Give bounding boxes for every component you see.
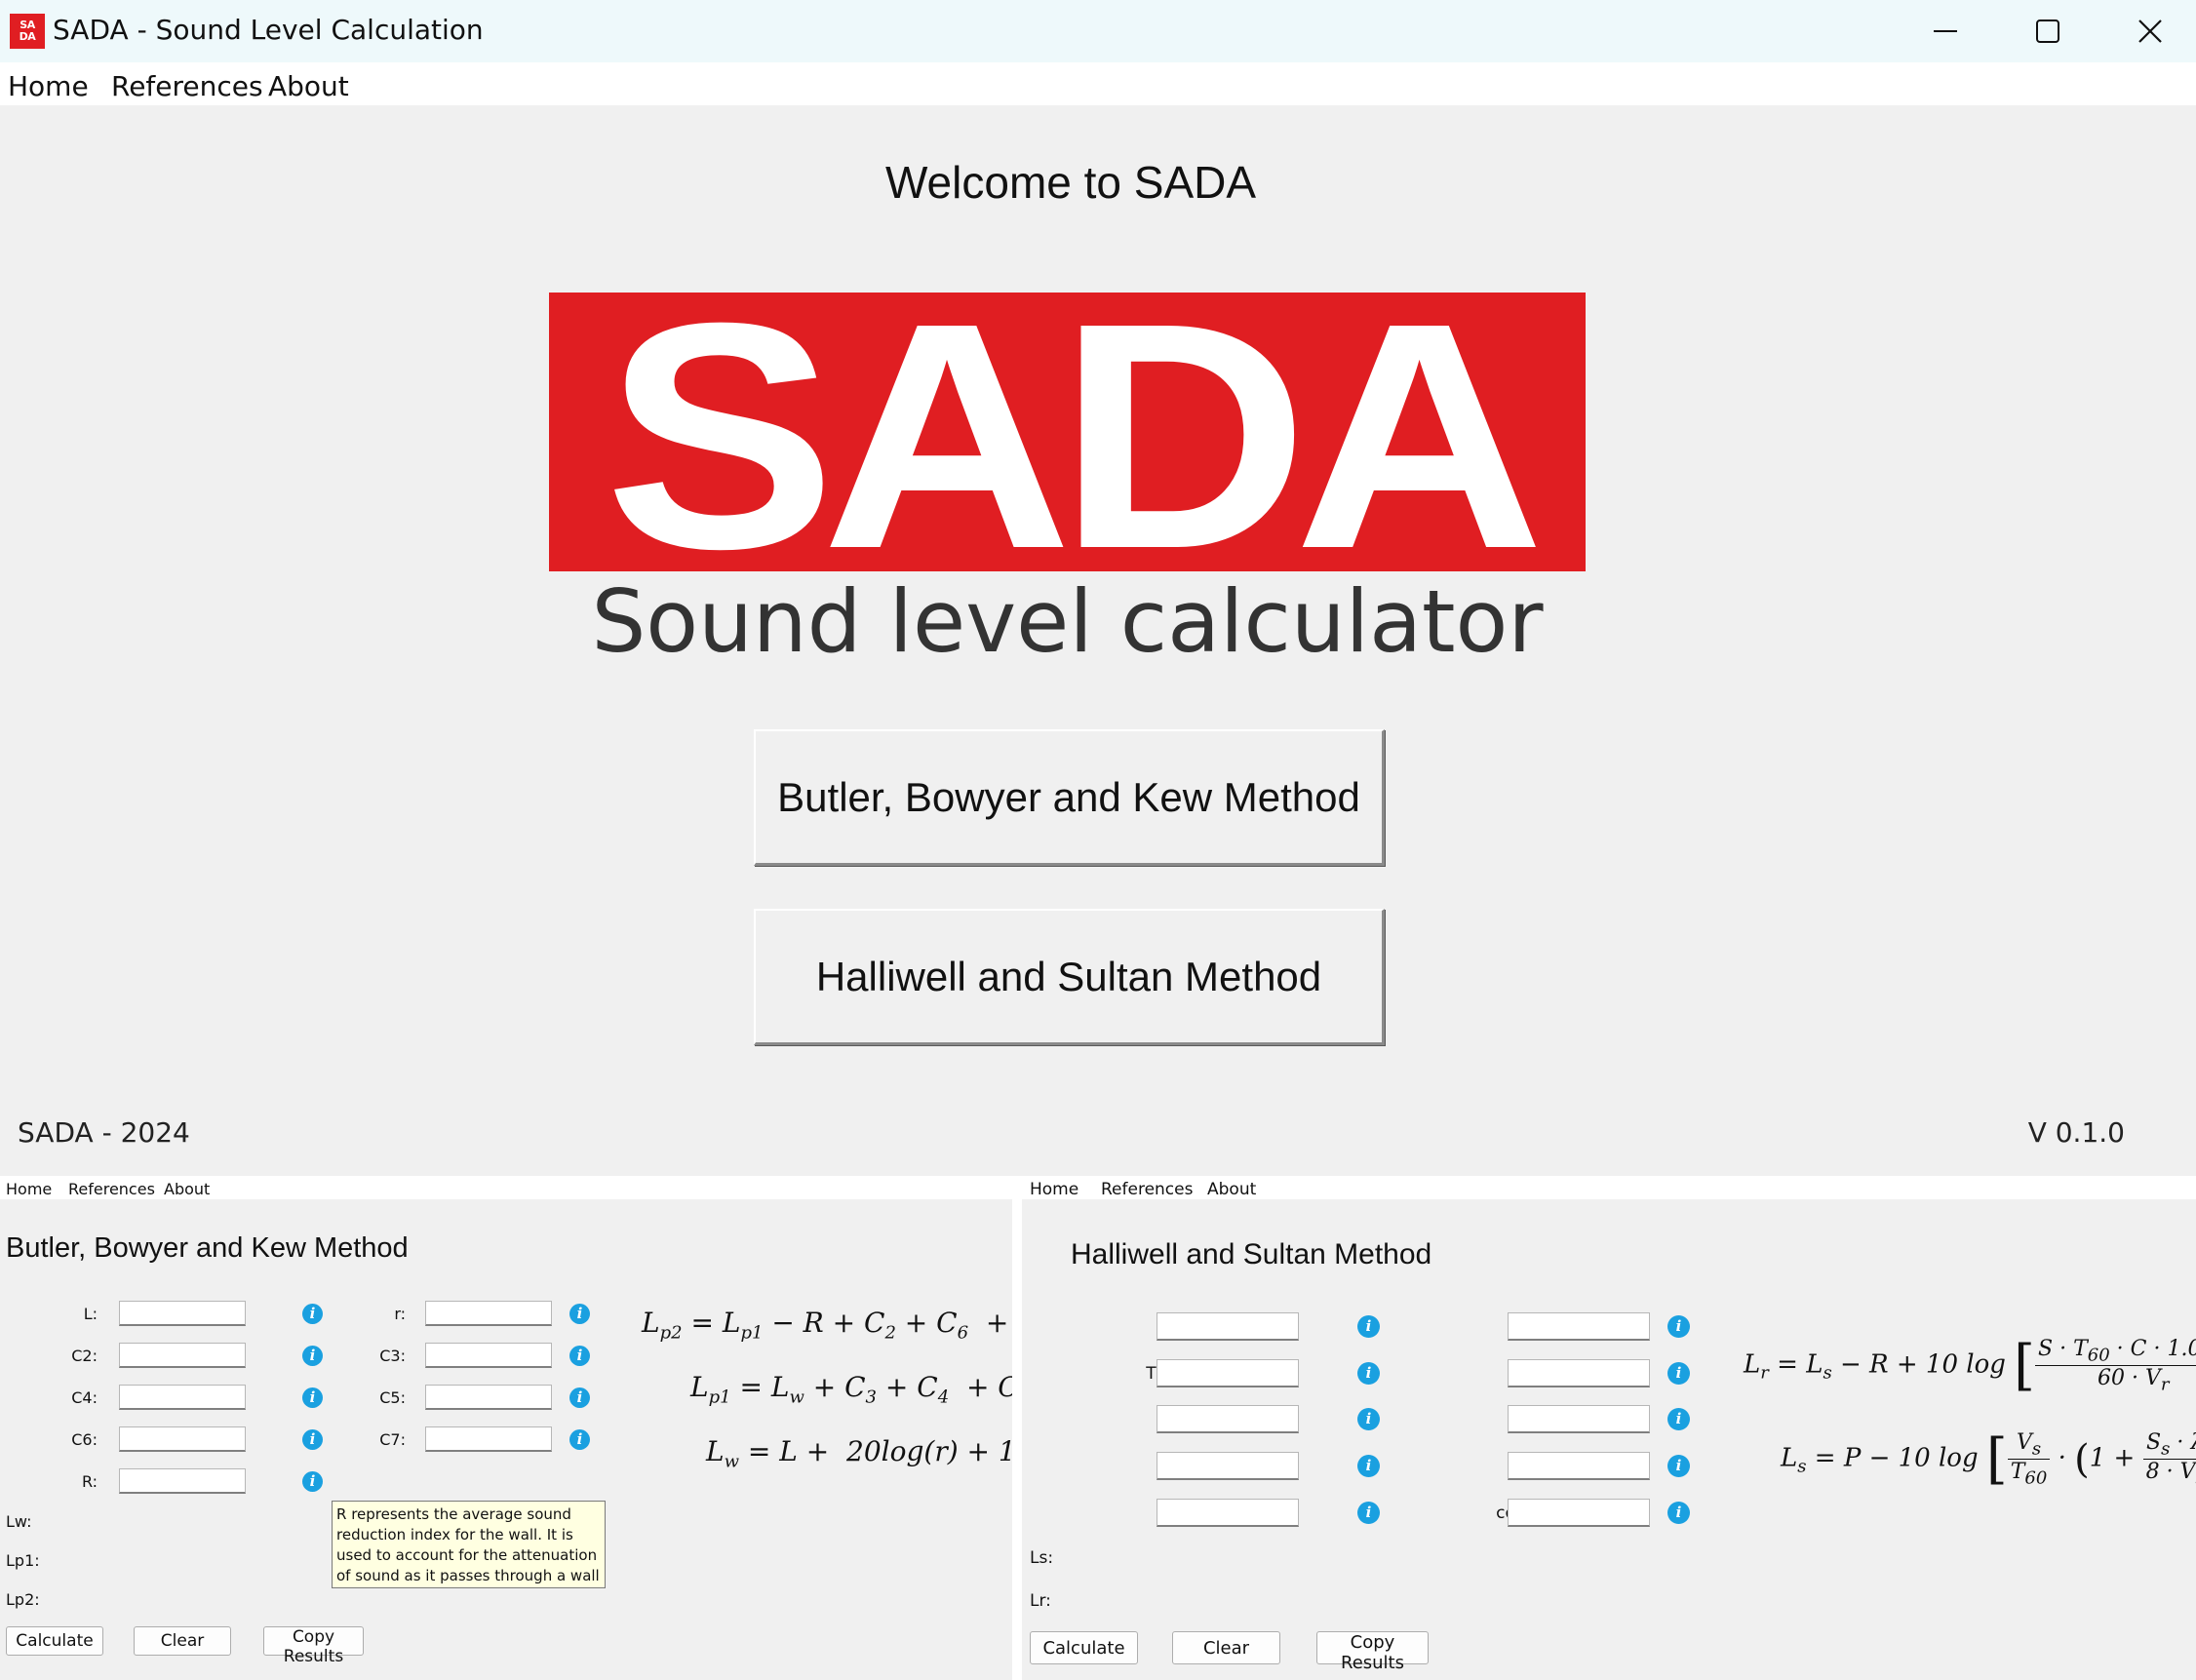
hs-input-lambda[interactable] (1157, 1405, 1299, 1433)
maximize-icon (2036, 20, 2059, 43)
minimize-button[interactable] (1897, 6, 1994, 57)
menu-about[interactable]: About (268, 70, 349, 102)
info-icon[interactable]: i (1667, 1315, 1690, 1338)
bbk-input-C2[interactable] (119, 1343, 246, 1368)
bbk-menu-home[interactable]: Home (6, 1180, 52, 1198)
hs-input-Vs[interactable] (1508, 1312, 1650, 1341)
hs-menu-bar: Home References About (1022, 1176, 2196, 1199)
bbk-input-R[interactable] (119, 1468, 246, 1494)
hs-input-T60[interactable] (1157, 1359, 1299, 1387)
window-title: SADA - Sound Level Calculation (53, 14, 484, 46)
menu-references[interactable]: References (111, 70, 263, 102)
formula-lr: Lr = Ls − R + 10 log [S · T60 · C · 1.08… (1744, 1334, 2196, 1397)
info-icon[interactable]: i (1667, 1502, 1690, 1524)
bbk-menu-references[interactable]: References (68, 1180, 155, 1198)
hs-input-Vr[interactable] (1157, 1499, 1299, 1527)
footer-copyright: SADA - 2024 (18, 1116, 190, 1149)
bbk-label-C6: C6: (71, 1430, 98, 1449)
bbk-input-C6[interactable] (119, 1426, 246, 1452)
formula-lw: Lw = L + 20log(r) + 11 (706, 1435, 1012, 1472)
hs-calculate-button[interactable]: Calculate (1030, 1631, 1138, 1664)
info-icon[interactable]: i (1357, 1408, 1380, 1430)
bbk-input-C3[interactable] (425, 1343, 552, 1368)
info-icon[interactable]: i (1667, 1455, 1690, 1477)
hs-menu-home[interactable]: Home (1030, 1180, 1078, 1199)
version-label: V 0.1.0 (2027, 1116, 2125, 1149)
hs-input-C[interactable] (1508, 1452, 1650, 1480)
hs-input-S[interactable] (1157, 1452, 1299, 1480)
menu-bar: Home References About (0, 62, 2196, 105)
bbk-result-lw: Lw: (6, 1512, 32, 1531)
formula-lp1: Lp1 = Lw + C3 + C4 + C5 (690, 1371, 1012, 1408)
welcome-heading: Welcome to SADA (884, 157, 1257, 208)
info-icon[interactable]: i (1357, 1362, 1380, 1385)
info-icon[interactable]: i (302, 1304, 323, 1324)
bbk-input-L[interactable] (119, 1301, 246, 1326)
bbk-title: Butler, Bowyer and Kew Method (6, 1232, 409, 1264)
info-icon[interactable]: i (302, 1387, 323, 1408)
info-icon[interactable]: i (569, 1304, 590, 1324)
close-icon (2138, 20, 2162, 43)
hs-result-lr: Lr: (1030, 1591, 1051, 1611)
formula-ls: Ls = P − 10 log [VsT60 · (1 + Ss · λ8 · … (1781, 1427, 2196, 1491)
hs-input-P[interactable] (1157, 1312, 1299, 1341)
bbk-result-lp2: Lp2: (6, 1590, 40, 1609)
hs-input-corr[interactable] (1508, 1499, 1650, 1527)
bbk-label-R: R: (81, 1472, 98, 1491)
hs-result-ls: Ls: (1030, 1548, 1054, 1568)
bbk-input-C4[interactable] (119, 1385, 246, 1410)
bbk-label-L: L: (83, 1305, 98, 1323)
info-icon[interactable]: i (1357, 1315, 1380, 1338)
info-icon[interactable]: i (569, 1387, 590, 1408)
maximize-button[interactable] (1999, 6, 2097, 57)
info-icon[interactable]: i (1357, 1455, 1380, 1477)
minimize-icon (1934, 30, 1957, 32)
app-icon: SA DA (10, 14, 45, 49)
info-icon[interactable]: i (1667, 1362, 1690, 1385)
info-icon[interactable]: i (569, 1429, 590, 1450)
bbk-label-C5: C5: (379, 1388, 406, 1407)
info-icon[interactable]: i (569, 1346, 590, 1366)
bbk-menu-bar: Home References About (0, 1176, 1012, 1199)
bbk-input-C7[interactable] (425, 1426, 552, 1452)
info-icon[interactable]: i (1357, 1502, 1380, 1524)
logo-text: SADA (604, 293, 1546, 571)
bbk-input-r[interactable] (425, 1301, 552, 1326)
hs-clear-button[interactable]: Clear (1172, 1631, 1280, 1664)
bbk-menu-about[interactable]: About (164, 1180, 210, 1198)
hs-method-button[interactable]: Halliwell and Sultan Method (754, 909, 1385, 1045)
hs-copy-results-button[interactable]: Copy Results (1316, 1631, 1429, 1673)
logo-subtitle: Sound level calculator (591, 571, 1544, 672)
close-button[interactable] (2101, 6, 2196, 57)
title-bar: SA DA SADA - Sound Level Calculation (0, 0, 2196, 62)
hs-menu-about[interactable]: About (1207, 1180, 1256, 1199)
bbk-calculate-button[interactable]: Calculate (6, 1626, 103, 1656)
info-icon[interactable]: i (302, 1429, 323, 1450)
hs-title: Halliwell and Sultan Method (1071, 1238, 1432, 1270)
info-icon[interactable]: i (302, 1471, 323, 1492)
formula-lp2: Lp2 = Lp1 − R + C2 + C6 + C7 + 11 (642, 1307, 1012, 1344)
bbk-label-r: r: (394, 1305, 406, 1323)
bbk-panel: Home References About Butler, Bowyer and… (0, 1176, 1012, 1680)
info-icon[interactable]: i (302, 1346, 323, 1366)
bbk-label-C2: C2: (71, 1347, 98, 1365)
bbk-label-C4: C4: (71, 1388, 98, 1407)
bbk-copy-results-button[interactable]: Copy Results (263, 1626, 364, 1666)
hs-input-Ss[interactable] (1508, 1359, 1650, 1387)
hs-input-R[interactable] (1508, 1405, 1650, 1433)
tooltip-R: R represents the average sound reduction… (332, 1501, 606, 1588)
bbk-clear-button[interactable]: Clear (134, 1626, 231, 1656)
menu-home[interactable]: Home (8, 70, 89, 102)
app-icon-text-bottom: DA (19, 30, 36, 43)
hs-menu-references[interactable]: References (1101, 1180, 1193, 1199)
sada-logo: SADA (549, 293, 1586, 571)
bbk-label-C3: C3: (379, 1347, 406, 1365)
hs-panel: Home References About Halliwell and Sult… (1022, 1176, 2196, 1680)
bbk-label-C7: C7: (379, 1430, 406, 1449)
bbk-result-lp1: Lp1: (6, 1551, 40, 1570)
bbk-method-button[interactable]: Butler, Bowyer and Kew Method (754, 729, 1385, 866)
info-icon[interactable]: i (1667, 1408, 1690, 1430)
bbk-input-C5[interactable] (425, 1385, 552, 1410)
